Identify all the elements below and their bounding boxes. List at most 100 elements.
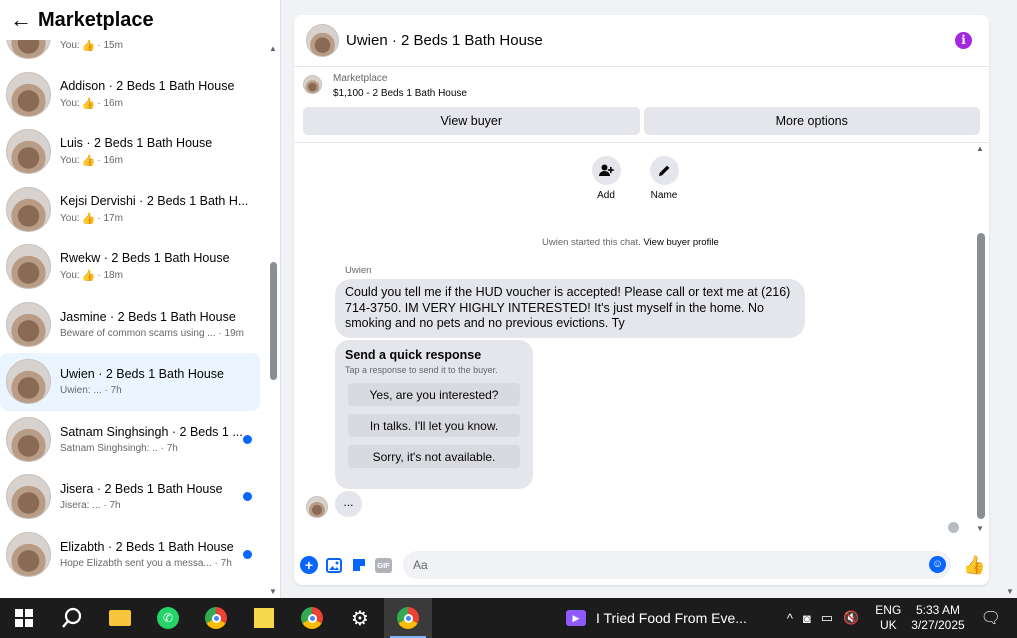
sidebar-header: ← Marketplace bbox=[0, 0, 280, 40]
search-button[interactable] bbox=[48, 598, 96, 638]
video-icon: ▶ bbox=[566, 610, 586, 626]
listing-avatar[interactable] bbox=[306, 24, 339, 57]
conversation-title: Addison · 2 Beds 1 Bath House bbox=[60, 78, 235, 93]
scroll-down-icon[interactable]: ▼ bbox=[269, 587, 277, 596]
conversation-text: Addison · 2 Beds 1 Bath House You: 👍 · 16m bbox=[60, 79, 250, 110]
quick-response-subtitle: Tap a response to send it to the buyer. bbox=[345, 365, 498, 375]
chrome-profile-button[interactable] bbox=[288, 598, 336, 638]
back-arrow-icon[interactable]: ← bbox=[10, 7, 36, 33]
conversation-item[interactable]: Jasmine · 2 Beds 1 Bath House Beware of c… bbox=[0, 296, 268, 354]
preview-time: · 18m bbox=[97, 270, 123, 282]
listing-summary[interactable]: Marketplace $1,100 - 2 Beds 1 Bath House bbox=[294, 67, 989, 107]
view-buyer-profile-link[interactable]: View buyer profile bbox=[643, 237, 718, 248]
conversation-text: Jasmine · 2 Beds 1 Bath House Beware of c… bbox=[60, 310, 250, 339]
conversation-item[interactable]: Uwien · 2 Beds 1 Bath House Uwien: ... · … bbox=[0, 353, 260, 411]
typing-indicator: ... bbox=[335, 491, 362, 517]
conversation-preview: You: 👍 · 15m bbox=[60, 39, 250, 52]
preview-time: · 7h bbox=[103, 500, 121, 512]
language-indicator[interactable]: ENG UK bbox=[875, 603, 901, 633]
conversation-preview: Hope Elizabth sent you a messa... · 7h bbox=[60, 558, 250, 569]
scroll-up-icon[interactable]: ▲ bbox=[269, 44, 277, 53]
whatsapp-button[interactable]: ✆ bbox=[144, 598, 192, 638]
chrome-icon bbox=[397, 607, 419, 629]
listing-label: Marketplace bbox=[333, 73, 388, 84]
quick-response-title: Send a quick response bbox=[345, 348, 482, 362]
listing-avatar bbox=[6, 71, 51, 117]
chrome-active-button[interactable] bbox=[384, 598, 432, 638]
preview-text: You: bbox=[60, 97, 80, 109]
network-icon[interactable]: ▭ bbox=[821, 610, 833, 626]
plus-icon[interactable]: + bbox=[300, 556, 318, 574]
name-label: Name bbox=[650, 190, 678, 201]
clock[interactable]: 5:33 AM 3/27/2025 bbox=[911, 603, 964, 633]
scroll-down-icon[interactable]: ▼ bbox=[1006, 587, 1014, 596]
preview-text: You: bbox=[60, 212, 80, 224]
scroll-down-icon[interactable]: ▼ bbox=[976, 524, 984, 533]
conversation-item[interactable]: Elizabth · 2 Beds 1 Bath House Hope Eliza… bbox=[0, 526, 268, 584]
conversation-list: Melissa Fowler · 2 Beds 1 Bath ...You:👍·… bbox=[0, 8, 268, 583]
conversation-item[interactable]: Rwekw · 2 Beds 1 Bath House You: 👍 · 18m bbox=[0, 238, 268, 296]
page-title: Marketplace bbox=[38, 8, 154, 31]
thumbs-up-icon: 👍 bbox=[81, 270, 96, 283]
quick-response-in-talks[interactable]: In talks. I'll let you know. bbox=[348, 414, 520, 437]
conversation-preview: You: 👍 · 18m bbox=[60, 269, 250, 282]
add-contact-action[interactable]: Add bbox=[590, 156, 622, 201]
chat-header: Uwien · 2 Beds 1 Bath House i bbox=[294, 15, 989, 67]
preview-time: · 15m bbox=[97, 40, 123, 52]
sticker-icon[interactable] bbox=[350, 556, 368, 574]
conversation-item[interactable]: Luis · 2 Beds 1 Bath House You: 👍 · 16m bbox=[0, 123, 268, 181]
chevron-up-icon[interactable]: ^ bbox=[787, 611, 793, 626]
thumbs-up-icon[interactable]: 👍 bbox=[963, 555, 985, 576]
chat-title[interactable]: Uwien · 2 Beds 1 Bath House bbox=[346, 32, 543, 49]
message-scrollbar[interactable]: ▲ ▼ bbox=[975, 143, 987, 533]
conversation-item[interactable]: Kejsi Dervishi · 2 Beds 1 Bath H... You: 👍… bbox=[0, 181, 268, 239]
page-scrollbar[interactable]: ▼ bbox=[1003, 0, 1017, 598]
add-label: Add bbox=[597, 190, 615, 201]
gif-icon[interactable]: GIF bbox=[375, 557, 392, 573]
sidebar-scrollbar[interactable]: ▲ ▼ bbox=[268, 40, 280, 596]
seen-indicator-icon bbox=[948, 522, 959, 533]
media-widget[interactable]: ▶ I Tried Food From Eve... bbox=[566, 610, 747, 626]
conversation-preview: Beware of common scams using ... · 19m bbox=[60, 328, 250, 339]
message-composer: + GIF Aa ☺ 👍 bbox=[294, 545, 989, 585]
sticky-notes-icon bbox=[254, 608, 274, 628]
settings-button[interactable]: ⚙ bbox=[336, 598, 384, 638]
conversation-item[interactable]: Satnam Singhsingh · 2 Beds 1 ... Satnam S… bbox=[0, 411, 268, 469]
chrome-icon bbox=[205, 607, 227, 629]
thumbs-up-icon: 👍 bbox=[81, 97, 96, 110]
conversation-text: Kejsi Dervishi · 2 Beds 1 Bath H... You: 👍… bbox=[60, 194, 250, 225]
info-icon[interactable]: i bbox=[955, 32, 972, 49]
chrome-button[interactable] bbox=[192, 598, 240, 638]
conversation-item[interactable]: Jisera · 2 Beds 1 Bath House Jisera: ... … bbox=[0, 468, 268, 526]
profile-actions: Add Name bbox=[590, 156, 680, 201]
name-action[interactable]: Name bbox=[648, 156, 680, 201]
conversation-preview: You: 👍 · 16m bbox=[60, 97, 250, 110]
view-buyer-button[interactable]: View buyer bbox=[303, 107, 640, 135]
message-input[interactable]: Aa ☺ bbox=[403, 551, 951, 579]
notification-icon[interactable]: 🗨 bbox=[981, 608, 1001, 628]
start-button[interactable] bbox=[0, 598, 48, 638]
listing-thumbnail bbox=[303, 75, 322, 94]
meet-icon[interactable]: ◙ bbox=[803, 611, 811, 626]
emoji-icon[interactable]: ☺ bbox=[929, 556, 946, 573]
quick-response-not-available[interactable]: Sorry, it's not available. bbox=[348, 445, 520, 468]
quick-response-card: Send a quick response Tap a response to … bbox=[335, 340, 533, 489]
image-icon[interactable] bbox=[325, 556, 343, 574]
more-options-button[interactable]: More options bbox=[643, 107, 980, 135]
file-explorer-button[interactable] bbox=[96, 598, 144, 638]
conversation-text: Uwien · 2 Beds 1 Bath House Uwien: ... · … bbox=[60, 367, 250, 396]
quick-response-yes[interactable]: Yes, are you interested? bbox=[348, 383, 520, 406]
scrollbar-thumb[interactable] bbox=[977, 233, 985, 519]
scroll-up-icon[interactable]: ▲ bbox=[976, 144, 984, 153]
preview-time: · 7h bbox=[160, 442, 178, 454]
scrollbar-thumb[interactable] bbox=[270, 262, 277, 380]
volume-muted-icon[interactable]: 🔇 bbox=[843, 610, 859, 626]
sticky-notes-button[interactable] bbox=[240, 598, 288, 638]
pencil-icon[interactable] bbox=[649, 156, 679, 185]
conversation-item[interactable]: Addison · 2 Beds 1 Bath House You: 👍 · 16m bbox=[0, 66, 268, 124]
windows-taskbar: ✆ ⚙ ▶ I Tried Food From Eve... ^ ◙ ▭ 🔇 E… bbox=[0, 598, 1017, 638]
preview-text: You: bbox=[60, 155, 80, 167]
conversation-text: Satnam Singhsingh · 2 Beds 1 ... Satnam S… bbox=[60, 425, 250, 454]
add-person-icon[interactable] bbox=[591, 156, 621, 185]
preview-text: Beware of common scams using ... bbox=[60, 327, 216, 339]
